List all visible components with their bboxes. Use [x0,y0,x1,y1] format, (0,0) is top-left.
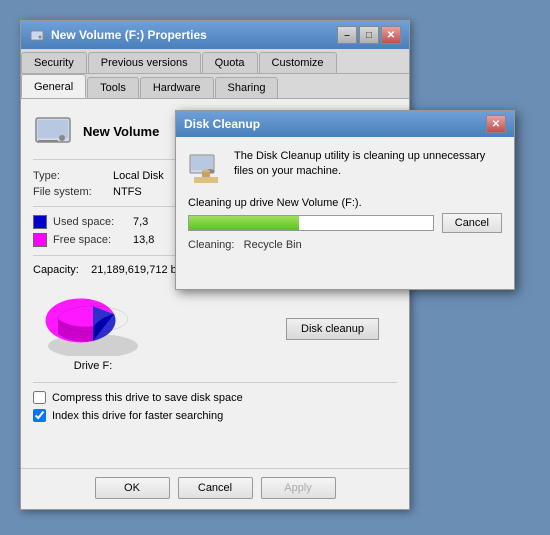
cleanup-dialog-title: Disk Cleanup [184,117,260,131]
cleaning-item: Recycle Bin [244,239,302,251]
maximize-button[interactable]: □ [359,26,379,44]
compress-label: Compress this drive to save disk space [52,392,243,404]
compress-checkbox[interactable] [33,391,46,404]
chart-area: Drive F: Disk cleanup [33,286,397,372]
pie-chart-container: Drive F: [33,286,153,372]
bottom-buttons: OK Cancel Apply [21,468,409,499]
used-label: Used space: [53,216,133,228]
fs-value: NTFS [113,186,142,198]
close-button[interactable]: ✕ [381,26,401,44]
tab-security[interactable]: Security [21,52,87,73]
cleanup-cancel-button[interactable]: Cancel [442,213,502,233]
apply-button[interactable]: Apply [261,477,336,499]
tab-general[interactable]: General [21,74,86,98]
cleanup-title-bar: Disk Cleanup ✕ [176,111,514,137]
progress-bar [188,215,434,231]
free-value: 13,8 [133,234,154,246]
tab-sharing[interactable]: Sharing [215,77,279,98]
tab-tools[interactable]: Tools [87,77,139,98]
pie-chart [33,286,153,356]
free-color-box [33,233,47,247]
cleanup-message: The Disk Cleanup utility is cleaning up … [234,149,502,180]
tabs-row-1: Security Previous versions Quota Customi… [21,49,409,74]
cancel-button[interactable]: Cancel [178,477,253,499]
cleanup-header: The Disk Cleanup utility is cleaning up … [188,149,502,185]
tab-customize[interactable]: Customize [259,52,337,73]
fs-label: File system: [33,186,113,198]
index-label: Index this drive for faster searching [52,410,223,422]
cleaning-prefix: Cleaning: [188,239,234,251]
cleaning-status: Cleaning: Recycle Bin [188,239,502,251]
index-checkbox[interactable] [33,409,46,422]
cleanup-window-controls: ✕ [486,115,506,133]
cleanup-close-button[interactable]: ✕ [486,115,506,133]
window-controls: – □ ✕ [337,26,401,44]
free-label: Free space: [53,234,133,246]
drive-name-label: New Volume [83,124,159,139]
tab-hardware[interactable]: Hardware [140,77,214,98]
cleanup-dialog-content: The Disk Cleanup utility is cleaning up … [176,137,514,263]
compress-checkbox-row: Compress this drive to save disk space [33,391,397,404]
main-window-title: New Volume (F:) Properties [51,28,207,42]
used-color-box [33,215,47,229]
tab-previous-versions[interactable]: Previous versions [88,52,201,73]
type-value: Local Disk [113,170,164,182]
cleanup-drive-icon [188,149,224,185]
disk-cleanup-button[interactable]: Disk cleanup [286,318,379,340]
progress-bar-fill [189,216,299,230]
drive-label: Drive F: [74,360,113,372]
tabs-row-2: General Tools Hardware Sharing [21,74,409,99]
tab-quota[interactable]: Quota [202,52,258,73]
type-label: Type: [33,170,113,182]
drive-large-icon [33,111,73,151]
drive-icon [29,27,45,43]
disk-cleanup-section: Disk cleanup [286,318,389,340]
progress-row: Cancel [188,213,502,233]
ok-button[interactable]: OK [95,477,170,499]
progress-label: Cleaning up drive New Volume (F:). [188,197,502,209]
divider-3 [33,382,397,383]
index-checkbox-row: Index this drive for faster searching [33,409,397,422]
main-title-bar: New Volume (F:) Properties – □ ✕ [21,21,409,49]
disk-cleanup-dialog: Disk Cleanup ✕ The Disk Cleanup utility … [175,110,515,290]
used-value: 7,3 [133,216,148,228]
capacity-label: Capacity: [33,264,79,276]
minimize-button[interactable]: – [337,26,357,44]
